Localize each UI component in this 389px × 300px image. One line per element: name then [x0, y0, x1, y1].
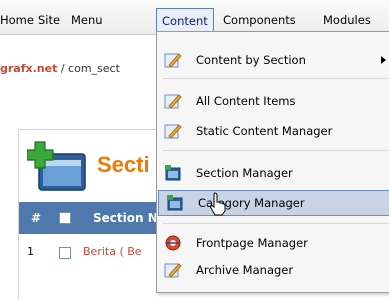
menu-item-category-manager[interactable]: Category Manager [158, 190, 389, 216]
path-text: / com_sect [57, 62, 120, 75]
pencil-edit-icon [164, 124, 182, 139]
menu-separator [163, 78, 389, 79]
column-section-name[interactable]: Section N [93, 211, 158, 225]
section-title: Secti [97, 152, 150, 177]
section-manager-icon [27, 141, 86, 191]
row-section-link[interactable]: Berita ( Be [83, 245, 142, 258]
menu-item-label: Archive Manager [196, 263, 294, 277]
top-menu-bar: Home Site Menu Content Components Module… [0, 0, 389, 35]
pencil-edit-icon [164, 263, 182, 278]
menu-site[interactable]: Site [38, 13, 60, 27]
hand-cursor-icon [210, 192, 226, 216]
menu-separator [163, 223, 389, 224]
menu-item-static-content-manager[interactable]: Static Content Manager [157, 119, 389, 143]
menu-item-all-content-items[interactable]: All Content Items [157, 89, 389, 113]
pencil-edit-icon [164, 53, 182, 68]
menu-separator [163, 150, 389, 151]
menu-item-label: Content by Section [196, 53, 306, 67]
submenu-arrow-icon [381, 56, 386, 64]
section-box-icon [167, 195, 183, 211]
menu-modules[interactable]: Modules [323, 13, 371, 27]
menu-item-content-by-section[interactable]: Content by Section [157, 48, 389, 72]
menu-item-label: Section Manager [196, 166, 293, 180]
row-checkbox[interactable] [59, 247, 71, 259]
select-all-checkbox[interactable] [59, 212, 71, 224]
menu-item-section-manager[interactable]: Section Manager [157, 161, 389, 185]
menu-menu[interactable]: Menu [71, 13, 103, 27]
site-name[interactable]: grafx.net [0, 62, 57, 75]
menu-home[interactable]: Home [0, 13, 34, 27]
column-number: # [31, 211, 42, 225]
section-box-icon [165, 165, 181, 181]
menu-components[interactable]: Components [223, 13, 296, 27]
menu-item-archive-manager[interactable]: Archive Manager [157, 258, 389, 282]
menu-item-frontpage-manager[interactable]: Frontpage Manager [157, 231, 389, 255]
pencil-edit-icon [164, 94, 182, 109]
frontpage-icon [165, 235, 181, 251]
row-number: 1 [27, 245, 34, 258]
menu-item-label: Static Content Manager [196, 124, 333, 138]
menu-item-label: All Content Items [196, 94, 296, 108]
menu-item-label: Frontpage Manager [196, 236, 308, 250]
content-dropdown-menu: Content by Section All Content Items Sta… [156, 31, 389, 293]
